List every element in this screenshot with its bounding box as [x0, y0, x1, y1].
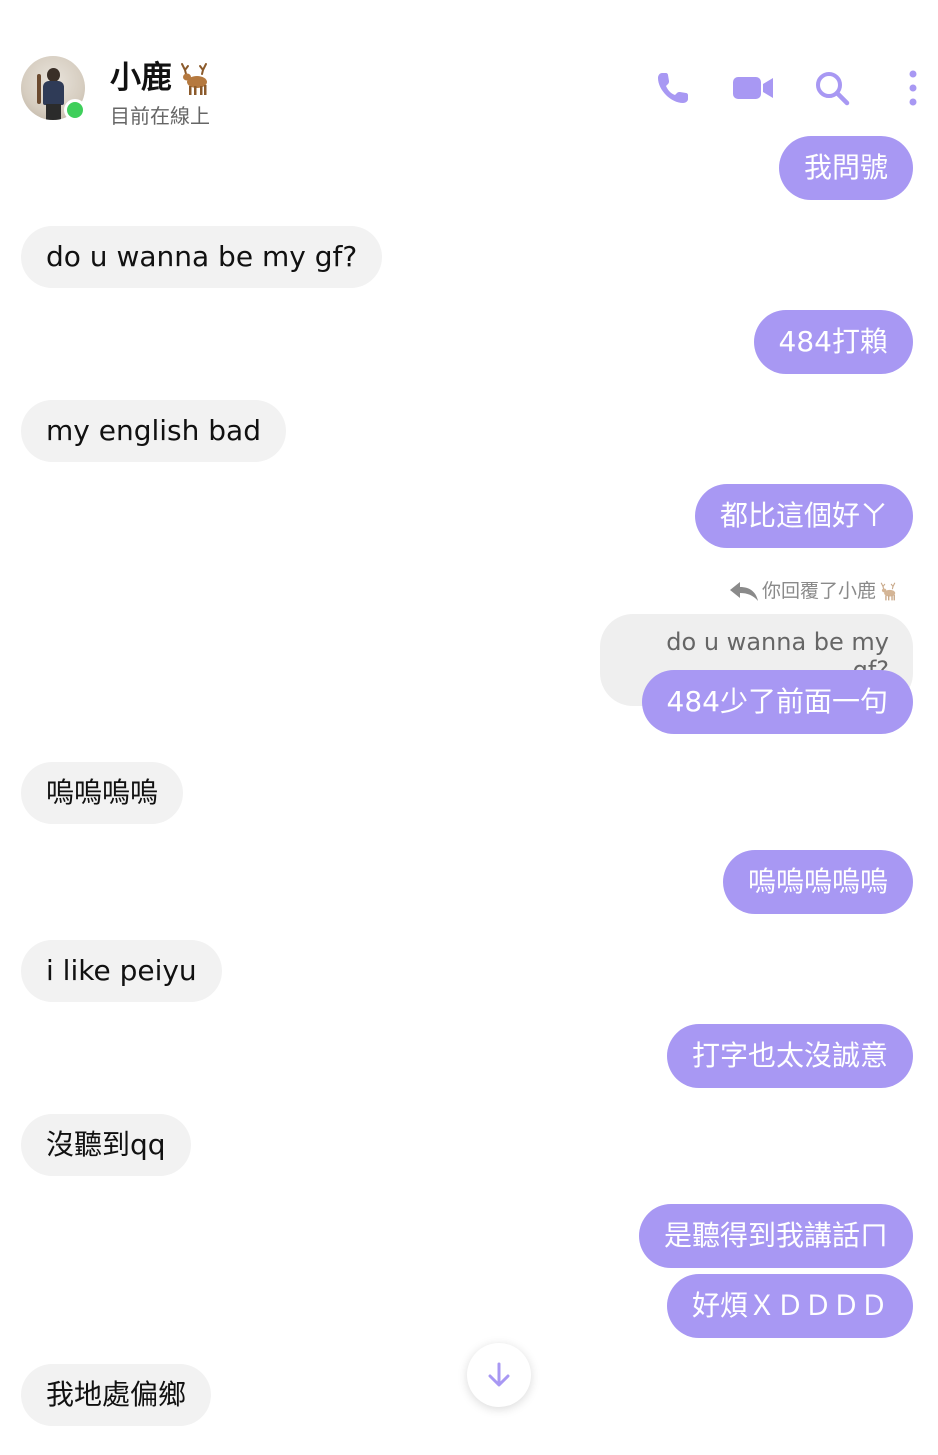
video-icon[interactable] [731, 68, 775, 108]
outgoing-message[interactable]: 是聽得到我講話ㄇ [638, 1204, 913, 1268]
outgoing-message[interactable]: 484打賴 [753, 310, 913, 374]
incoming-message[interactable]: i like peiyu [21, 940, 222, 1002]
incoming-message[interactable]: do u wanna be my gf? [21, 226, 383, 288]
arrow-down-icon [488, 1362, 510, 1387]
outgoing-message[interactable]: 都比這個好ㄚ [694, 484, 913, 548]
outgoing-message[interactable]: 打字也太沒誠意 [666, 1024, 913, 1088]
scroll-to-bottom-button[interactable] [467, 1343, 531, 1407]
reply-label-text: 你回覆了小鹿 [761, 580, 876, 602]
outgoing-message[interactable]: 我問號 [778, 136, 913, 200]
outgoing-message[interactable]: 好煩ＸＤＤＤＤ [666, 1274, 913, 1338]
deer-icon [880, 582, 896, 600]
chat-header: 小鹿 目前在線上 [0, 0, 938, 140]
incoming-message[interactable]: 沒聽到qq [21, 1114, 191, 1176]
contact-name[interactable]: 小鹿 [110, 58, 172, 98]
incoming-message[interactable]: 我地處偏鄉 [21, 1364, 212, 1426]
outgoing-message[interactable]: 嗚嗚嗚嗚嗚 [722, 850, 913, 914]
more-icon[interactable] [903, 68, 923, 108]
deer-icon [181, 63, 207, 95]
presence-status: 目前在線上 [110, 104, 210, 128]
online-status-dot [64, 99, 86, 121]
incoming-message[interactable]: my english bad [21, 400, 286, 462]
phone-icon[interactable] [653, 68, 693, 108]
reply-icon [729, 582, 758, 601]
outgoing-message[interactable]: 484少了前面一句 [641, 670, 913, 734]
incoming-message[interactable]: 嗚嗚嗚嗚 [21, 762, 184, 824]
reply-label: 你回覆了小鹿 [728, 576, 898, 606]
search-icon[interactable] [812, 68, 852, 108]
